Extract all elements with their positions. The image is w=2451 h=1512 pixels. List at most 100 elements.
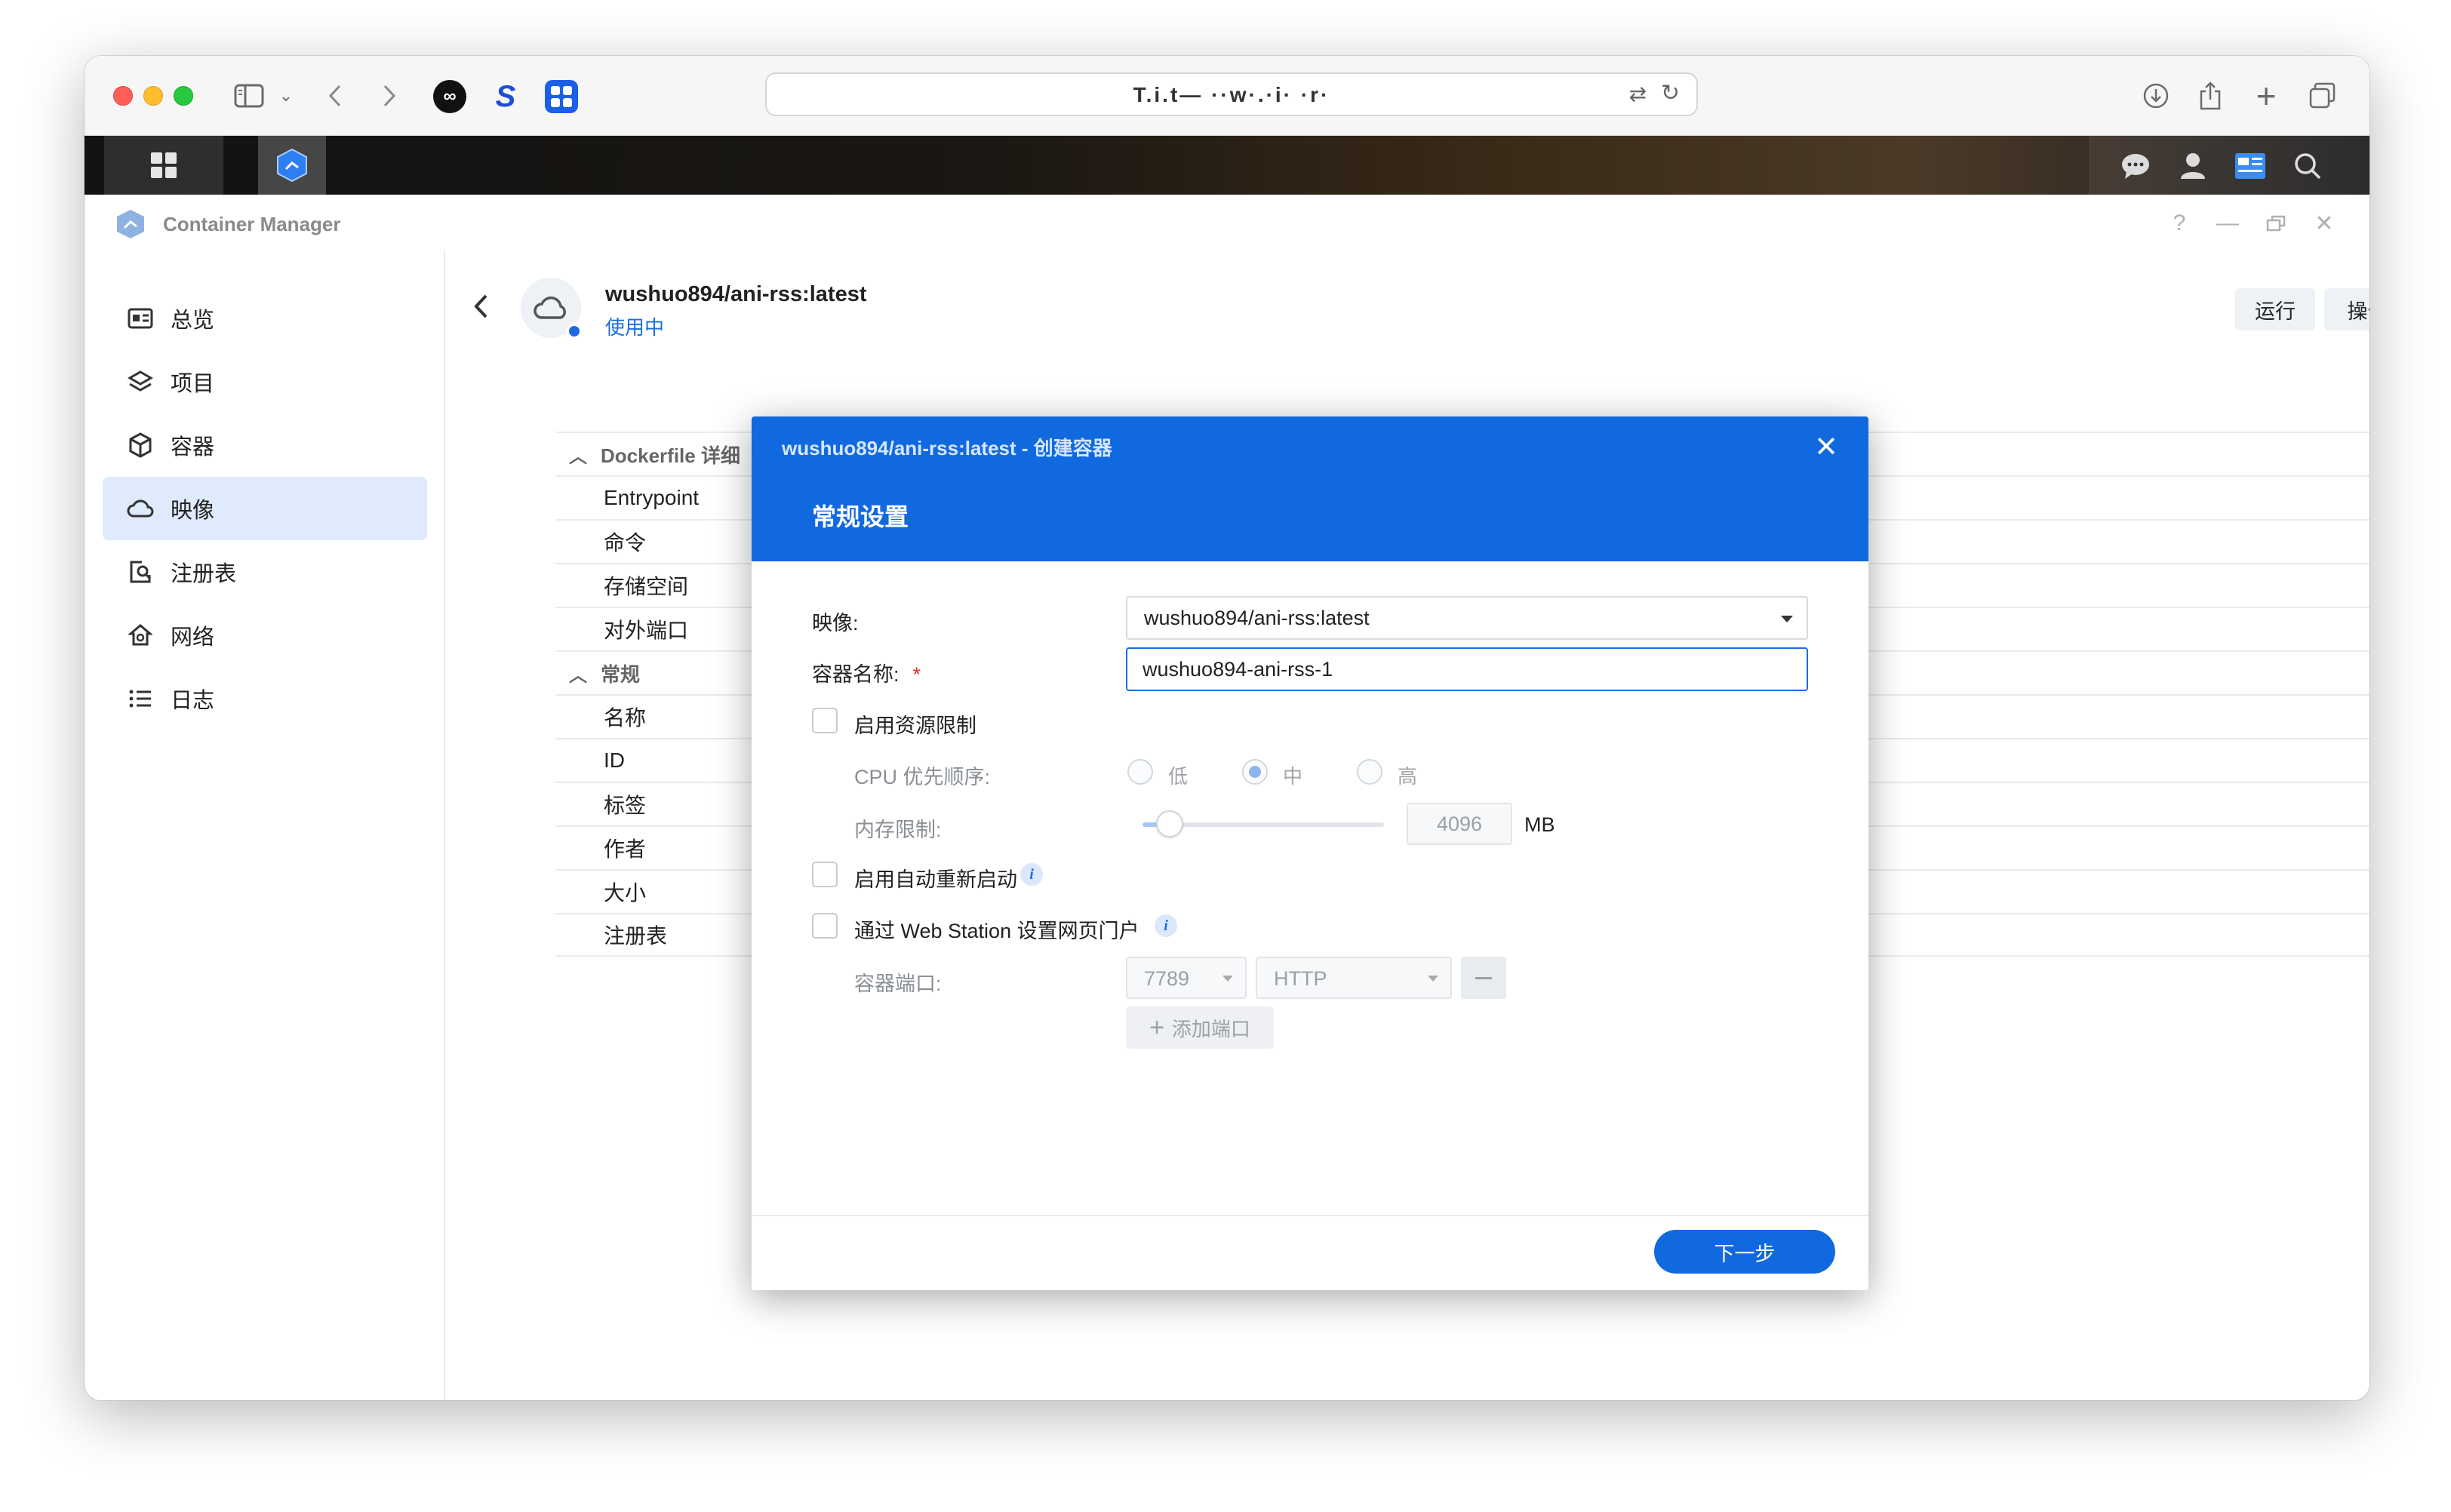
sidebar-item-label: 注册表	[171, 562, 237, 586]
sidebar-item-registry[interactable]: 注册表	[103, 540, 427, 604]
dialog-header: wushuo894/ani-rss:latest - 创建容器 ✕ 常规设置	[752, 416, 1868, 561]
image-select-value: wushuo894/ani-rss:latest	[1144, 607, 1370, 629]
next-button[interactable]: 下一步	[1654, 1230, 1835, 1274]
help-icon[interactable]: ?	[2164, 208, 2194, 238]
widgets-icon[interactable]	[2229, 145, 2271, 187]
download-icon[interactable]	[2137, 74, 2175, 118]
dialog-footer: 下一步	[752, 1215, 1868, 1290]
dialog-title: wushuo894/ani-rss:latest - 创建容器	[782, 437, 1112, 459]
registry-search-icon	[125, 560, 155, 584]
memory-limit-label: 内存限制:	[854, 819, 942, 841]
minimize-window-button[interactable]	[143, 86, 163, 106]
status-dot	[566, 323, 583, 340]
caret-down-icon	[1781, 616, 1793, 622]
forward-icon[interactable]	[374, 74, 404, 118]
network-house-icon	[125, 623, 155, 647]
info-icon[interactable]: i	[1020, 863, 1043, 886]
image-name: wushuo894/ani-rss:latest	[605, 282, 867, 306]
add-port-button[interactable]: + 添加端口	[1126, 1006, 1274, 1049]
container-manager-logo	[117, 210, 144, 238]
url-text: T.i.t— ··w·.·i· ·r·	[1133, 83, 1330, 106]
project-layers-icon	[125, 370, 155, 394]
app-title: Container Manager	[163, 213, 341, 235]
app-titlebar: Container Manager ? — ✕	[85, 195, 2370, 252]
main-menu-grid-icon[interactable]	[104, 136, 223, 195]
container-box-icon	[125, 432, 155, 458]
log-list-icon	[125, 689, 155, 708]
sidebar-item-network[interactable]: 网络	[103, 604, 427, 667]
image-select[interactable]: wushuo894/ani-rss:latest	[1126, 596, 1808, 640]
sidebar-item-label: 容器	[171, 435, 215, 459]
cpu-high-radio[interactable]	[1357, 759, 1382, 785]
reload-icon[interactable]: ↻	[1661, 80, 1680, 106]
image-field-label: 映像:	[812, 612, 859, 635]
user-icon[interactable]	[2172, 145, 2214, 187]
add-port-label: 添加端口	[1171, 1017, 1250, 1040]
sidebar-item-project[interactable]: 项目	[103, 350, 427, 413]
actions-dropdown-button[interactable]: 操作 ▾	[2324, 288, 2370, 330]
tab-overview-icon[interactable]	[2303, 74, 2341, 118]
close-icon[interactable]: ✕	[1814, 430, 1838, 464]
share-icon[interactable]	[2191, 74, 2229, 118]
required-mark: *	[912, 663, 921, 686]
image-status: 使用中	[605, 316, 665, 339]
blue-extension-icon[interactable]	[545, 80, 578, 113]
image-cloud-icon	[125, 499, 155, 518]
web-station-label: 通过 Web Station 设置网页门户	[854, 920, 1139, 942]
chevron-down-icon[interactable]: ⌄	[275, 74, 297, 118]
create-container-dialog: wushuo894/ani-rss:latest - 创建容器 ✕ 常规设置 映…	[752, 416, 1868, 1290]
sidebar-item-container[interactable]: 容器	[103, 413, 427, 477]
chat-icon[interactable]	[2114, 145, 2157, 187]
chevron-up-icon: ︿	[569, 446, 587, 467]
caret-down-icon	[1428, 976, 1438, 982]
translate-icon[interactable]: ⇄	[1629, 81, 1647, 106]
protocol-select[interactable]: HTTP	[1256, 957, 1452, 999]
caret-down-icon	[1222, 976, 1233, 982]
chevron-up-icon: ︿	[569, 665, 587, 686]
restore-icon[interactable]	[2261, 208, 2291, 238]
back-arrow-icon[interactable]	[472, 293, 489, 327]
info-icon[interactable]: i	[1155, 914, 1177, 937]
address-bar[interactable]: T.i.t— ··w·.·i· ·r· ⇄ ↻	[765, 72, 1698, 116]
close-icon[interactable]: ✕	[2309, 208, 2339, 238]
sidebar-item-overview[interactable]: 总览	[103, 287, 427, 350]
search-icon[interactable]	[2286, 145, 2329, 187]
resource-limit-checkbox[interactable]	[812, 708, 838, 733]
cpu-low-label: 低	[1168, 765, 1189, 788]
auto-restart-label: 启用自动重新启动	[854, 868, 1017, 891]
overview-icon	[125, 308, 155, 329]
run-button[interactable]: 运行	[2235, 288, 2315, 330]
new-tab-icon[interactable]: +	[2247, 74, 2285, 118]
sidebar-item-label: 项目	[171, 372, 215, 396]
cpu-medium-radio[interactable]	[1242, 759, 1268, 785]
cpu-low-radio[interactable]	[1127, 759, 1153, 785]
cpu-priority-label: CPU 优先顺序:	[854, 766, 991, 788]
resource-limit-label: 启用资源限制	[854, 715, 976, 737]
container-name-label: 容器名称: *	[812, 663, 921, 686]
container-manager-taskbar-icon[interactable]	[258, 136, 326, 195]
app-sidebar: 总览 项目 容器 映像 注册表 网络 日志	[85, 252, 445, 1400]
s-extension-icon[interactable]: S	[489, 80, 522, 113]
sidebar-item-label: 网络	[171, 625, 215, 650]
sidebar-item-label: 总览	[171, 309, 215, 333]
memory-slider-fill	[1142, 822, 1158, 827]
web-station-checkbox[interactable]	[812, 913, 838, 939]
dialog-body: 映像: wushuo894/ani-rss:latest 容器名称:* 启用资源…	[752, 561, 1868, 1215]
auto-restart-checkbox[interactable]	[812, 862, 838, 887]
minus-icon	[1475, 976, 1492, 979]
cpu-high-label: 高	[1398, 765, 1418, 788]
sidebar-item-image[interactable]: 映像	[103, 477, 427, 540]
close-window-button[interactable]	[113, 86, 133, 106]
memory-input[interactable]: 4096	[1407, 803, 1512, 845]
port-select[interactable]: 7789	[1126, 957, 1247, 999]
memory-slider-thumb[interactable]	[1156, 810, 1183, 837]
remove-port-button[interactable]	[1461, 957, 1506, 999]
minimize-icon[interactable]: —	[2213, 208, 2243, 238]
container-name-input[interactable]	[1126, 647, 1808, 691]
sidebar-toggle-icon[interactable]	[232, 74, 266, 118]
sidebar-item-log[interactable]: 日志	[103, 667, 427, 730]
dsm-taskbar	[85, 136, 2370, 195]
infinity-extension-icon[interactable]: ∞	[433, 80, 466, 113]
zoom-window-button[interactable]	[174, 86, 193, 106]
back-icon[interactable]	[320, 74, 350, 118]
